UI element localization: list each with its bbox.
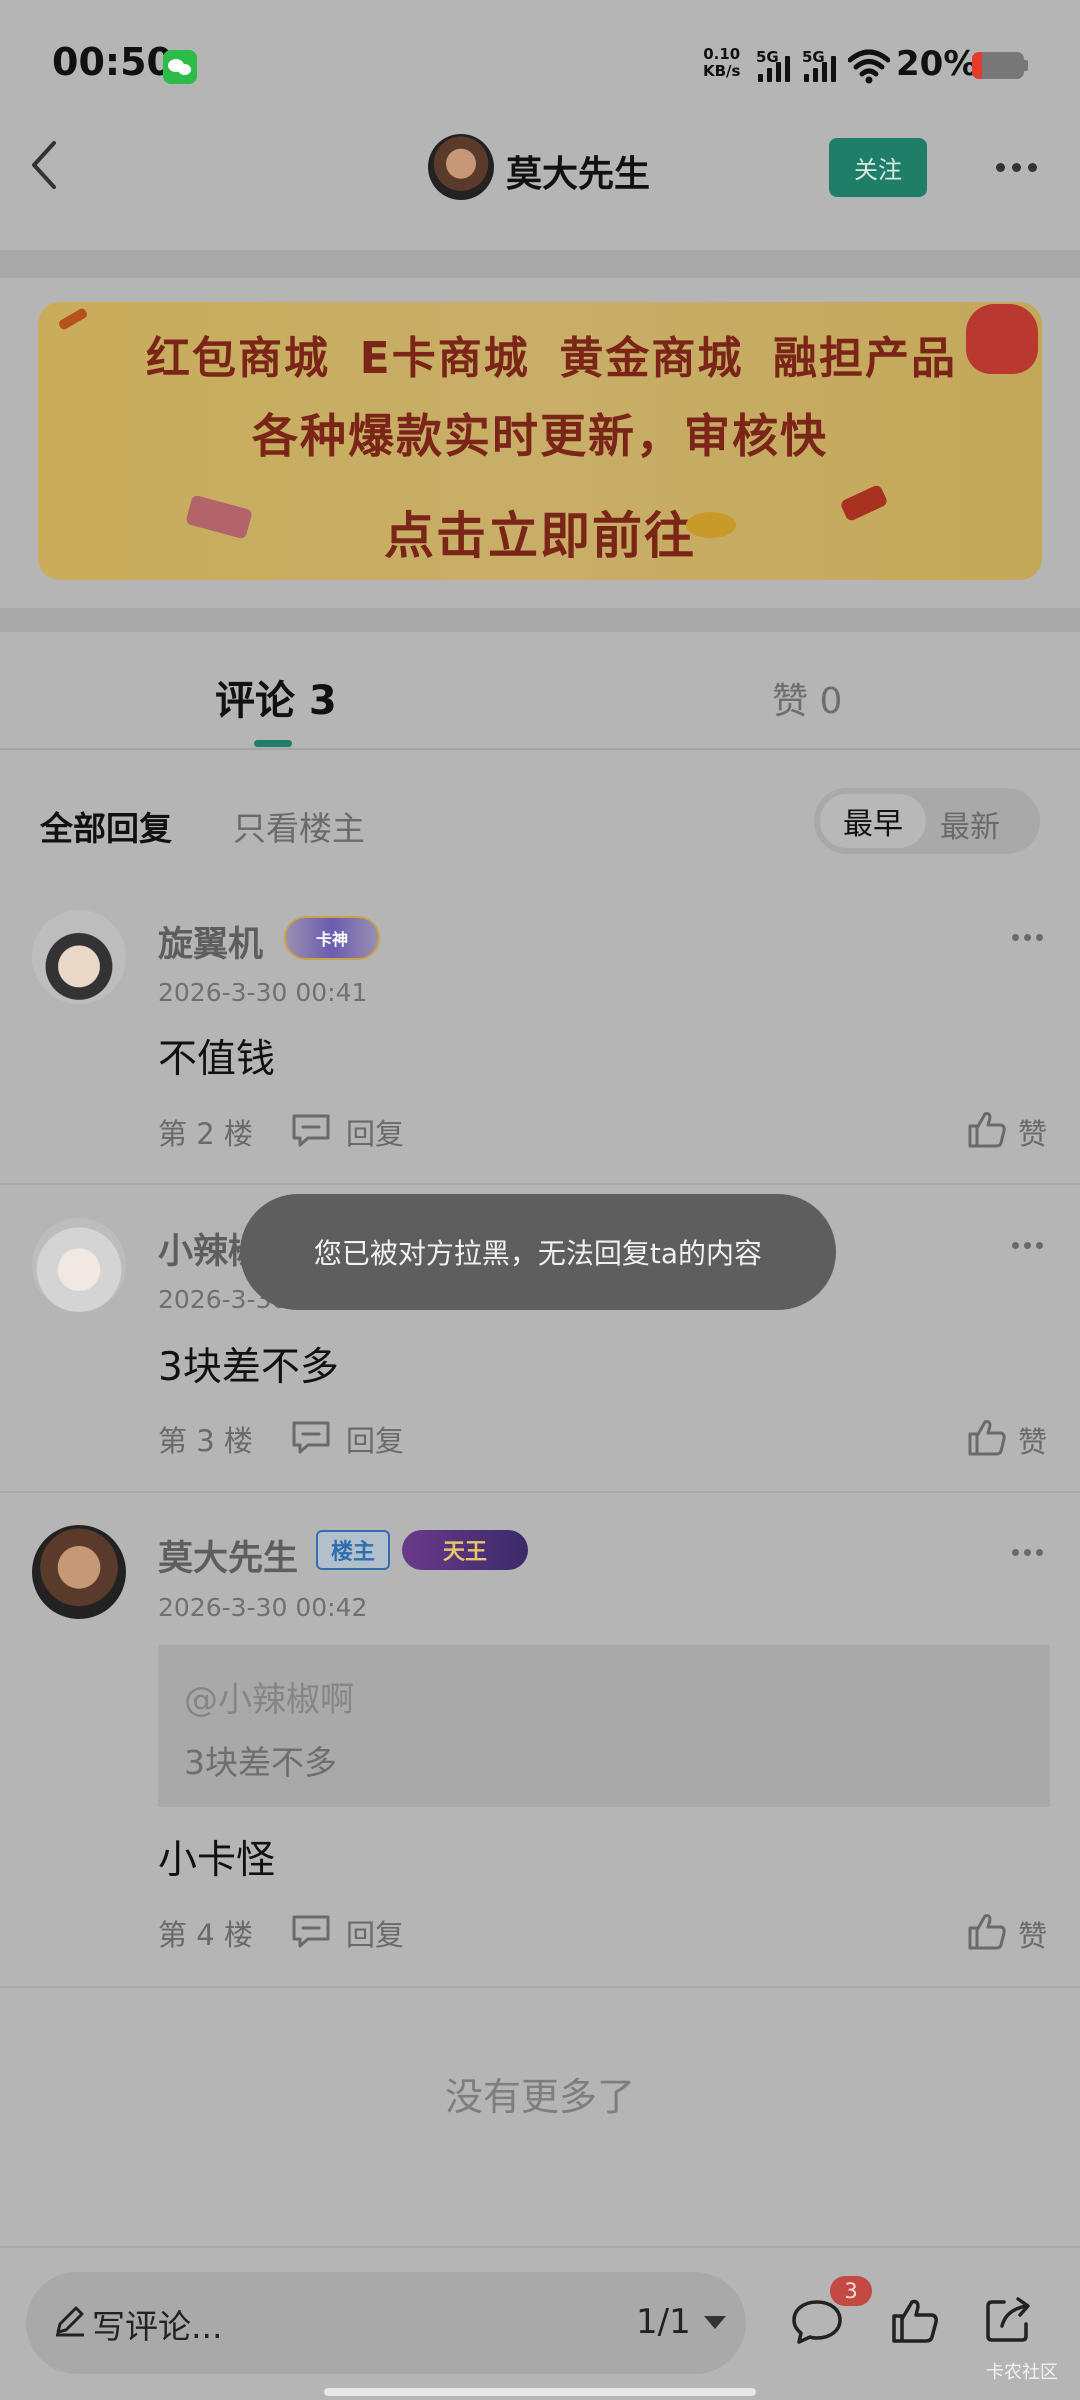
filter-all-replies[interactable]: 全部回复 — [40, 802, 172, 850]
follow-button[interactable]: 关注 — [829, 138, 927, 197]
wechat-icon — [163, 50, 197, 84]
like-icon[interactable] — [966, 1416, 1008, 1458]
comment-more-icon[interactable] — [1012, 1242, 1044, 1250]
comment-content: 不值钱 — [158, 1037, 276, 1082]
comments-icon[interactable] — [790, 2298, 844, 2346]
battery-level — [972, 52, 983, 79]
comment-time: 2026-3-30 00:41 — [158, 978, 368, 1007]
comment-content: 3块差不多 — [158, 1345, 339, 1390]
filter-owner-only[interactable]: 只看楼主 — [233, 802, 365, 850]
pencil-icon — [56, 2306, 84, 2337]
user-rank-badge: 天王 — [402, 1530, 528, 1570]
section-divider — [0, 250, 1080, 278]
page-indicator[interactable]: 1/1 — [636, 2302, 691, 2342]
like-button[interactable]: 赞 — [1018, 1111, 1047, 1153]
like-icon[interactable] — [890, 2296, 940, 2346]
tabs-divider — [0, 748, 1080, 750]
tab-likes[interactable]: 赞 0 — [772, 672, 842, 724]
watermark: 卡农社区 — [986, 2362, 1058, 2383]
comment-more-icon[interactable] — [1012, 934, 1044, 942]
no-more-text: 没有更多了 — [444, 2075, 635, 2119]
avatar[interactable] — [32, 910, 126, 1004]
battery-percent: 20% — [896, 44, 978, 84]
quoted-username[interactable]: @小辣椒啊 — [184, 1672, 354, 1721]
comment-divider — [0, 1183, 1080, 1185]
comment-count-badge: 3 — [830, 2276, 872, 2306]
comment-username[interactable]: 旋翼机 — [158, 916, 263, 967]
share-icon[interactable] — [982, 2294, 1034, 2346]
chevron-down-icon[interactable] — [704, 2316, 726, 2329]
reply-button[interactable]: 回复 — [346, 1912, 404, 1954]
battery-tip — [1024, 60, 1028, 71]
sort-earliest-button[interactable]: 最早 — [820, 794, 926, 848]
comment-more-icon[interactable] — [1012, 1549, 1044, 1557]
floor-number: 第 3 楼 — [158, 1424, 253, 1458]
promo-banner[interactable]: 红包商城 E卡商城 黄金商城 融担产品 各种爆款实时更新，审核快 点击立即前往 — [38, 302, 1042, 580]
banner-item: 红包商城 — [146, 333, 330, 384]
coin-decoration-icon — [686, 512, 736, 538]
like-icon[interactable] — [966, 1910, 1008, 1952]
quoted-text: 3块差不多 — [184, 1743, 337, 1782]
reply-icon[interactable] — [290, 1913, 332, 1949]
reply-icon[interactable] — [290, 1419, 332, 1455]
blocked-toast: 您已被对方拉黑，无法回复ta的内容 — [240, 1194, 836, 1310]
avatar[interactable] — [32, 1218, 126, 1312]
tab-comments[interactable]: 评论 3 — [215, 668, 337, 726]
comment-divider — [0, 1491, 1080, 1493]
sort-newest-button[interactable]: 最新 — [940, 802, 1000, 846]
reply-button[interactable]: 回复 — [346, 1111, 404, 1153]
banner-item: 黄金商城 — [559, 333, 744, 384]
write-comment-placeholder[interactable]: 写评论... — [92, 2300, 222, 2348]
banner-subtitle: 各种爆款实时更新，审核快 — [252, 409, 828, 463]
active-tab-indicator — [254, 740, 292, 747]
section-divider — [0, 608, 1080, 632]
back-icon[interactable] — [20, 135, 70, 195]
net-speed: 0.10 KB/s — [703, 46, 740, 80]
reply-button[interactable]: 回复 — [346, 1418, 404, 1460]
header-avatar[interactable] — [428, 134, 494, 200]
battery-icon — [972, 52, 1024, 79]
bottom-divider — [0, 2246, 1080, 2248]
reply-icon[interactable] — [290, 1112, 332, 1148]
banner-item: 融担产品 — [772, 333, 957, 384]
like-button[interactable]: 赞 — [1018, 1913, 1047, 1955]
banner-items: 红包商城 E卡商城 黄金商城 融担产品 — [38, 322, 1042, 386]
like-icon[interactable] — [966, 1108, 1008, 1150]
avatar[interactable] — [32, 1525, 126, 1619]
signal-2-icon: 5G — [802, 48, 842, 82]
owner-badge: 楼主 — [316, 1530, 390, 1570]
net-speed-unit: KB/s — [703, 62, 741, 80]
like-button[interactable]: 赞 — [1018, 1419, 1047, 1461]
page-title[interactable]: 莫大先生 — [506, 145, 650, 197]
home-indicator[interactable] — [324, 2388, 756, 2396]
comment-time: 2026-3-30 00:42 — [158, 1593, 368, 1622]
floor-number: 第 4 楼 — [158, 1918, 253, 1952]
red-envelope-mascot-icon — [966, 304, 1038, 374]
status-time: 00:50 — [52, 40, 173, 84]
more-options-icon[interactable] — [992, 160, 1042, 174]
wifi-icon — [848, 49, 890, 84]
banner-item: E卡商城 — [359, 333, 530, 384]
comment-divider — [0, 1986, 1080, 1988]
user-rank-badge: 卡神 — [284, 916, 380, 960]
signal-1-icon: 5G — [756, 48, 796, 82]
comment-content: 小卡怪 — [158, 1838, 276, 1883]
comment-username[interactable]: 莫大先生 — [158, 1530, 298, 1581]
net-speed-value: 0.10 — [703, 45, 741, 63]
floor-number: 第 2 楼 — [158, 1117, 253, 1151]
